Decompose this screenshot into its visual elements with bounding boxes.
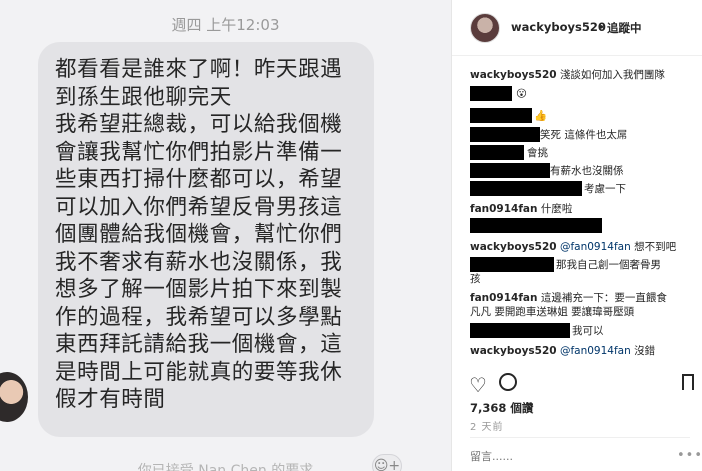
more-options-icon[interactable]: ••• bbox=[677, 448, 702, 463]
divider bbox=[470, 437, 690, 438]
comment-text: 凡凡 要開跑車送琳姐 要讓瑋哥壓頭 bbox=[470, 306, 635, 318]
comment-text: 有薪水也沒關係 bbox=[550, 165, 624, 177]
comment-row: wackyboys520 @fan0914fan 想不到吧 bbox=[470, 240, 676, 254]
comment-row: 👍 bbox=[534, 109, 547, 123]
message-bubble[interactable]: 都看看是誰來了啊！昨天跟遇 到孫生跟他聊完天 我希望莊總裁，可以給我個機 會讓我… bbox=[38, 42, 402, 471]
redacted-username bbox=[470, 181, 582, 196]
comment-row: 😮 bbox=[516, 87, 527, 101]
comment-mention[interactable]: @fan0914fan bbox=[560, 241, 631, 253]
comment-row: fan0914fan 什麼啦 bbox=[470, 202, 572, 216]
instagram-panel: wackyboys520 • 追蹤中 wackyboys520 淺談如何加入我們… bbox=[451, 0, 702, 471]
comment-text: 👍 bbox=[534, 110, 548, 122]
comment-row: 考慮一下 bbox=[584, 182, 626, 196]
comment-text: 考慮一下 bbox=[584, 183, 626, 195]
comment-row: 會挑 bbox=[527, 146, 548, 160]
comment-text: 😮 bbox=[516, 88, 527, 100]
comment-text: 笑死 這條件也太屌 bbox=[540, 129, 628, 141]
comment-input[interactable] bbox=[470, 448, 670, 464]
redacted-username bbox=[470, 108, 532, 123]
post-time: 2 天前 bbox=[470, 422, 504, 433]
post-actions: ♡ bbox=[452, 370, 702, 398]
profile-avatar[interactable] bbox=[470, 13, 500, 43]
message-text: 都看看是誰來了啊！昨天跟遇 到孫生跟他聊完天 我希望莊總裁，可以給我個機 會讓我… bbox=[55, 57, 343, 412]
profile-username[interactable]: wackyboys520 bbox=[511, 20, 606, 34]
comment-text: 我可以 bbox=[572, 325, 604, 337]
comment-row-continued: 凡凡 要開跑車送琳姐 要讓瑋哥壓頭 bbox=[470, 305, 634, 319]
comment-icon[interactable] bbox=[499, 373, 517, 391]
comment-mention[interactable]: @fan0914fan bbox=[560, 345, 631, 357]
comment-text: 會挑 bbox=[527, 147, 548, 159]
comment-row: 那我自己創一個奢骨男 bbox=[556, 258, 661, 272]
separator-dot: • bbox=[598, 20, 605, 34]
comment-row-continued: 孩 bbox=[470, 272, 481, 286]
redacted-comment bbox=[470, 218, 602, 233]
comment-row: wackyboys520 @fan0914fan 沒錯 bbox=[470, 344, 655, 358]
comment-username[interactable]: fan0914fan bbox=[470, 292, 537, 304]
post-header: wackyboys520 • 追蹤中 bbox=[452, 0, 702, 56]
bookmark-icon[interactable] bbox=[682, 374, 694, 396]
following-button[interactable]: 追蹤中 bbox=[607, 20, 642, 36]
comment-username[interactable]: wackyboys520 bbox=[470, 345, 557, 357]
comment-text: 沒錯 bbox=[634, 345, 656, 357]
chat-timestamp: 週四 上午12:03 bbox=[171, 16, 280, 34]
comment-username[interactable]: wackyboys520 bbox=[470, 241, 557, 253]
redacted-username bbox=[470, 257, 554, 272]
comment-text: 孩 bbox=[470, 273, 481, 285]
comment-text: 淺談如何加入我們團隊 bbox=[559, 69, 665, 81]
comment-text: 那我自己創一個奢骨男 bbox=[556, 259, 661, 271]
chat-request-notice: 你已接受 Nan Chen 的要求 bbox=[137, 463, 314, 471]
comment-text: 想不到吧 bbox=[634, 241, 677, 253]
redacted-username bbox=[470, 127, 540, 142]
chat-panel: 週四 上午12:03 都看看是誰來了啊！昨天跟遇 到孫生跟他聊完天 我希望莊總裁… bbox=[0, 0, 451, 471]
comment-row: 有薪水也沒關係 bbox=[550, 164, 624, 178]
like-count[interactable]: 7,368 個讚 bbox=[470, 400, 533, 416]
comment-text: 什麼啦 bbox=[540, 203, 573, 215]
sender-avatar[interactable] bbox=[0, 372, 28, 422]
redacted-username bbox=[470, 86, 512, 101]
comment-username[interactable]: fan0914fan bbox=[470, 203, 537, 215]
comment-row: 我可以 bbox=[572, 324, 604, 338]
redacted-username bbox=[470, 323, 570, 338]
comment-row: wackyboys520 淺談如何加入我們團隊 bbox=[470, 68, 665, 82]
comment-row: fan0914fan 這邊補充一下：要一直餵食 bbox=[470, 291, 667, 305]
heart-icon[interactable]: ♡ bbox=[469, 373, 487, 397]
redacted-username bbox=[470, 163, 550, 178]
redacted-username bbox=[470, 145, 524, 160]
comment-text: 這邊補充一下：要一直餵食 bbox=[540, 292, 667, 304]
comment-username[interactable]: wackyboys520 bbox=[470, 69, 557, 81]
comment-row: 笑死 這條件也太屌 bbox=[540, 128, 627, 142]
